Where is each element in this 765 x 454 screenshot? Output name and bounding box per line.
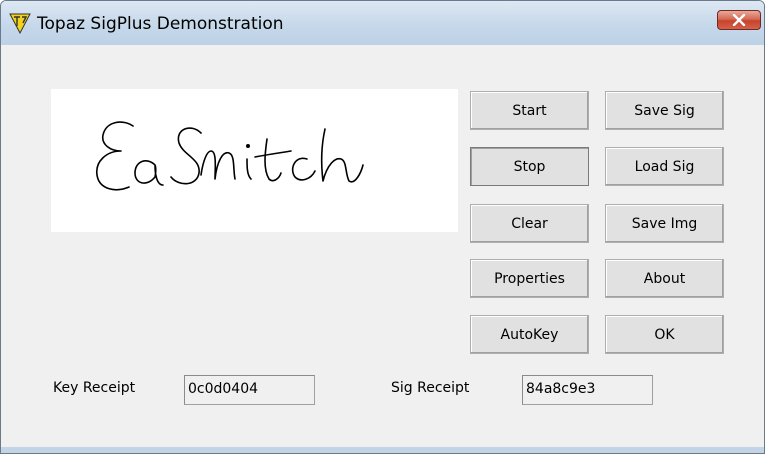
close-button[interactable]: [717, 10, 761, 30]
clear-button[interactable]: Clear: [470, 204, 589, 243]
main-window: Topaz SigPlus Demonstration Start Save S…: [0, 0, 765, 454]
key-receipt-field[interactable]: 0c0d0404: [184, 375, 315, 405]
key-receipt-label: Key Receipt: [53, 380, 136, 396]
sig-receipt-label: Sig Receipt: [391, 380, 470, 396]
window-title: Topaz SigPlus Demonstration: [37, 14, 284, 34]
start-button[interactable]: Start: [470, 91, 589, 130]
close-icon: [732, 14, 746, 26]
title-bar[interactable]: Topaz SigPlus Demonstration: [1, 1, 764, 45]
window-bottom-border: [1, 447, 764, 453]
load-sig-button[interactable]: Load Sig: [605, 147, 724, 186]
topaz-logo-icon: [9, 13, 31, 34]
save-sig-button[interactable]: Save Sig: [605, 91, 724, 130]
about-button[interactable]: About: [605, 259, 724, 298]
handwritten-signature: [96, 121, 364, 191]
autokey-button[interactable]: AutoKey: [470, 315, 589, 354]
sig-receipt-field[interactable]: 84a8c9e3: [522, 375, 653, 405]
properties-button[interactable]: Properties: [470, 259, 589, 298]
ok-button[interactable]: OK: [605, 315, 724, 354]
client-area: Start Save Sig Stop Load Sig Clear Save …: [7, 45, 758, 447]
save-img-button[interactable]: Save Img: [605, 204, 724, 243]
signature-pad[interactable]: [51, 89, 458, 232]
stop-button[interactable]: Stop: [470, 147, 589, 186]
